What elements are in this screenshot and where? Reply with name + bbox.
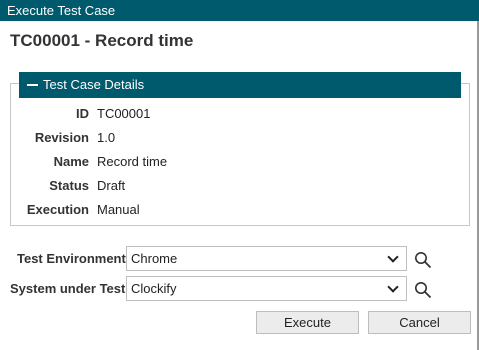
detail-row-execution: Execution Manual (11, 202, 211, 220)
detail-value: TC00001 (97, 106, 151, 121)
collapse-minus-icon[interactable] (27, 84, 38, 86)
detail-row-name: Name Record time (11, 154, 211, 172)
window-title: Execute Test Case (0, 0, 479, 21)
environment-label: Test Environment (17, 251, 126, 266)
details-collapse-header[interactable]: Test Case Details (19, 72, 461, 98)
chevron-down-icon[interactable] (387, 251, 399, 263)
detail-row-status: Status Draft (11, 178, 211, 196)
cancel-button[interactable]: Cancel (368, 311, 471, 334)
detail-value: Manual (97, 202, 140, 217)
detail-label: Execution (26, 202, 89, 217)
search-icon[interactable] (414, 281, 432, 299)
details-header-label: Test Case Details (43, 77, 145, 92)
test-case-details-panel: ID TC00001 Revision 1.0 Name Record time… (10, 83, 470, 226)
detail-label: ID (76, 106, 89, 121)
detail-row-revision: Revision 1.0 (11, 130, 211, 148)
detail-row-id: ID TC00001 (11, 106, 211, 124)
detail-label: Status (49, 178, 89, 193)
environment-value: Chrome (131, 251, 178, 266)
system-label: System under Test (10, 281, 126, 296)
execute-button[interactable]: Execute (256, 311, 359, 334)
chevron-down-icon[interactable] (387, 281, 399, 293)
detail-label: Name (53, 154, 89, 169)
search-icon[interactable] (414, 251, 432, 269)
detail-label: Revision (34, 130, 89, 145)
system-value: Clockify (131, 281, 177, 296)
detail-value: Record time (97, 154, 168, 169)
environment-select[interactable]: Chrome (126, 246, 407, 271)
detail-value: Draft (97, 178, 126, 193)
detail-value: 1.0 (97, 130, 116, 145)
system-select[interactable]: Clockify (126, 276, 407, 301)
page-title: TC00001 - Record time (10, 31, 194, 50)
